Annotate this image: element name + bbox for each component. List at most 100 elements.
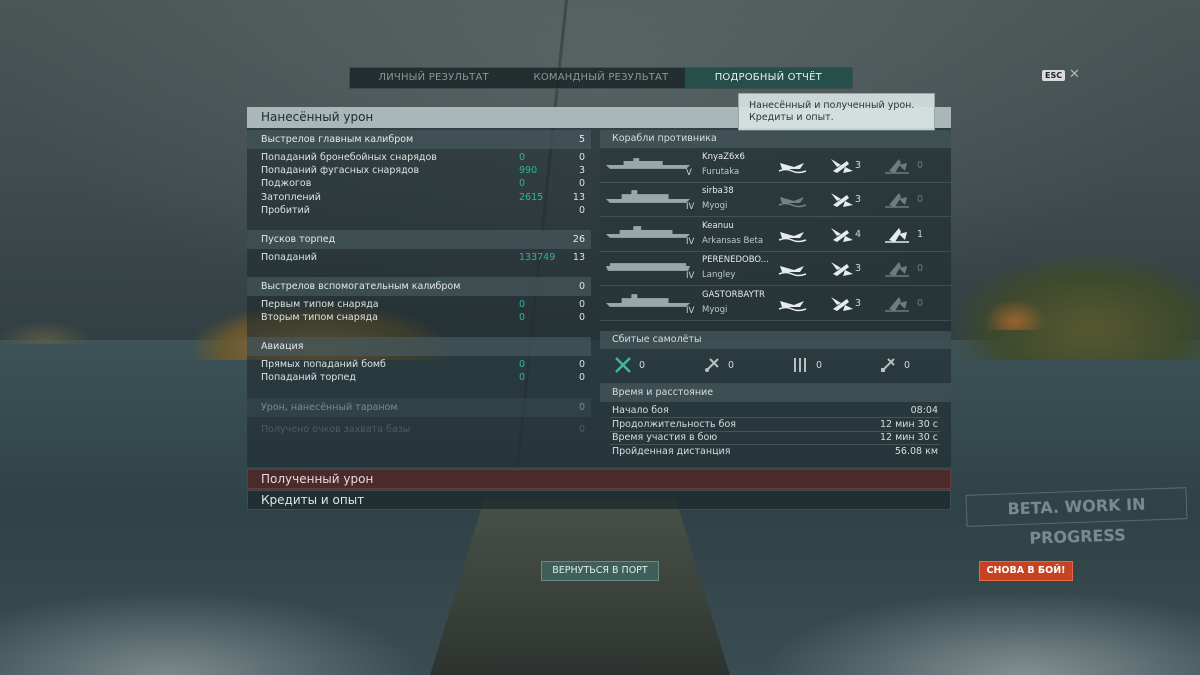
result-tabs: ЛИЧНЫЙ РЕЗУЛЬТАТ КОМАНДНЫЙ РЕЗУЛЬТАТ ПОД…: [349, 67, 853, 89]
sunk-ship-icon: [778, 265, 807, 277]
torpedo-value: 26: [572, 234, 585, 245]
credits-xp-section[interactable]: Кредиты и опыт: [247, 490, 951, 510]
stat-row: Первым типом снаряда 0 0: [247, 298, 591, 311]
plane-count: 0: [639, 360, 646, 371]
fire-damage-icon: [884, 158, 910, 174]
stat-row: Попаданий торпед 0 0: [247, 371, 591, 384]
enemy-ship-row: IV PERENEDOBO... Langley 3 0: [600, 252, 951, 286]
received-damage-label: Полученный урон: [261, 472, 374, 486]
ram-damage-label: Урон, нанесённый тараном: [261, 402, 398, 413]
tab-detailed-report[interactable]: ПОДРОБНЫЙ ОТЧЁТ: [684, 68, 852, 88]
secondary-label: Выстрелов вспомогательным калибром: [261, 281, 461, 292]
tooltip-line-1: Нанесённый и полученный урон.: [749, 100, 915, 111]
player-name: Keanuu: [702, 221, 734, 231]
capture-points-label: Получено очков захвата базы: [261, 424, 411, 435]
torpedo-bomber-icon: [705, 358, 719, 372]
time-distance-title: Время и расстояние: [612, 387, 714, 398]
stat-count: 0: [578, 299, 585, 310]
time-value: 12 мин 30 с: [879, 419, 938, 430]
ship-name: Langley: [702, 270, 736, 280]
time-label: Время участия в бою: [612, 432, 718, 443]
hit-icon: [831, 193, 853, 207]
stat-count: 0: [578, 205, 585, 216]
enemy-ships-title: Корабли противника: [612, 133, 717, 144]
stat-label: Вторым типом снаряда: [261, 312, 378, 323]
torpedo-label: Пусков торпед: [261, 234, 336, 245]
capture-points-group: Получено очков захвата базы 0: [247, 420, 591, 439]
time-value: 12 мин 30 с: [879, 432, 938, 443]
player-name: PERENEDOBO...: [702, 255, 769, 265]
close-icon[interactable]: ✕: [1069, 66, 1080, 84]
hit-count: 3: [855, 194, 862, 205]
aviation-group: Авиация: [247, 337, 591, 356]
stat-row: Поджогов 0 0: [247, 177, 591, 190]
ship-silhouette-icon: [605, 294, 691, 307]
island-far-left: [0, 322, 90, 344]
sunk-ship-icon: [778, 162, 807, 174]
plane-count: 0: [816, 360, 823, 371]
time-value: 56.08 км: [894, 446, 938, 457]
stat-row: Вторым типом снаряда 0 0: [247, 311, 591, 324]
ship-name: Myogi: [702, 201, 728, 211]
player-name: sirba38: [702, 186, 734, 196]
enemy-ship-row: IV Keanuu Arkansas Beta 4 1: [600, 218, 951, 252]
secondary-value: 0: [578, 281, 585, 292]
stat-count: 0: [578, 152, 585, 163]
hit-count: 3: [855, 160, 862, 171]
main-battery-label: Выстрелов главным калибром: [261, 134, 414, 145]
plane-count: 0: [728, 360, 735, 371]
received-damage-section[interactable]: Полученный урон: [247, 469, 951, 489]
tab-personal-result[interactable]: ЛИЧНЫЙ РЕЗУЛЬТАТ: [350, 68, 517, 88]
plane-stat: 0: [702, 355, 734, 377]
stat-row: Пробитий 0: [247, 204, 591, 217]
fire-damage-icon: [884, 227, 910, 243]
hit-icon: [831, 297, 853, 311]
ship-tier: IV: [686, 306, 695, 316]
time-label: Продолжительность боя: [612, 419, 737, 430]
fire-damage-icon: [884, 261, 910, 277]
secondary-group: Выстрелов вспомогательным калибром 0: [247, 277, 591, 296]
stat-label: Попаданий торпед: [261, 372, 356, 383]
stat-label: Поджогов: [261, 178, 312, 189]
time-label: Начало боя: [612, 405, 669, 416]
enemy-ship-row: IV GASTORBAYTR Myogi 3 0: [600, 287, 951, 321]
sunk-ship-icon: [778, 196, 807, 208]
hit-count: 3: [855, 263, 862, 274]
main-battery-value: 5: [578, 134, 585, 145]
stat-damage: 0: [519, 372, 526, 383]
fire-count: 0: [917, 298, 924, 309]
credits-xp-label: Кредиты и опыт: [261, 493, 365, 507]
planes-shot-title: Сбитые самолёты: [612, 334, 702, 345]
player-name: GASTORBAYTR: [702, 290, 765, 300]
ship-silhouette-icon: [605, 158, 691, 169]
stat-count: 0: [578, 312, 585, 323]
fire-damage-icon: [884, 296, 910, 312]
stat-damage: 0: [519, 359, 526, 370]
stat-label: Попаданий фугасных снарядов: [261, 165, 420, 176]
back-to-port-button[interactable]: ВЕРНУТЬСЯ В ПОРТ: [541, 561, 659, 581]
fire-count: 0: [917, 194, 924, 205]
stat-damage: 0: [519, 152, 526, 163]
stat-count: 13: [572, 252, 585, 263]
stat-row: Попаданий бронебойных снарядов 0 0: [247, 151, 591, 164]
stat-label: Попаданий: [261, 252, 317, 263]
time-label: Пройденная дистанция: [612, 446, 731, 457]
stat-row: Затоплений 2615 13: [247, 191, 591, 204]
enemy-ships-header: Корабли противника: [600, 130, 951, 148]
to-battle-button[interactable]: СНОВА В БОЙ!: [979, 561, 1073, 581]
time-row: Время участия в бою 12 мин 30 с: [600, 431, 940, 444]
stat-count: 3: [578, 165, 585, 176]
ship-tier: IV: [686, 237, 695, 247]
stat-count: 13: [572, 192, 585, 203]
plane-stat: 0: [790, 355, 822, 377]
fighter-icon: [615, 357, 631, 373]
tab-team-result[interactable]: КОМАНДНЫЙ РЕЗУЛЬТАТ: [517, 68, 684, 88]
damage-dealt-title: Нанесённый урон: [261, 110, 374, 124]
ship-silhouette-icon: [605, 263, 691, 271]
stat-row: Попаданий фугасных снарядов 990 3: [247, 164, 591, 177]
stat-count: 0: [578, 359, 585, 370]
stat-damage: 0: [519, 312, 526, 323]
plane-stat: 0: [613, 355, 645, 377]
stat-row: Попаданий 133749 13: [247, 251, 591, 264]
stat-row: Прямых попаданий бомб 0 0: [247, 358, 591, 371]
